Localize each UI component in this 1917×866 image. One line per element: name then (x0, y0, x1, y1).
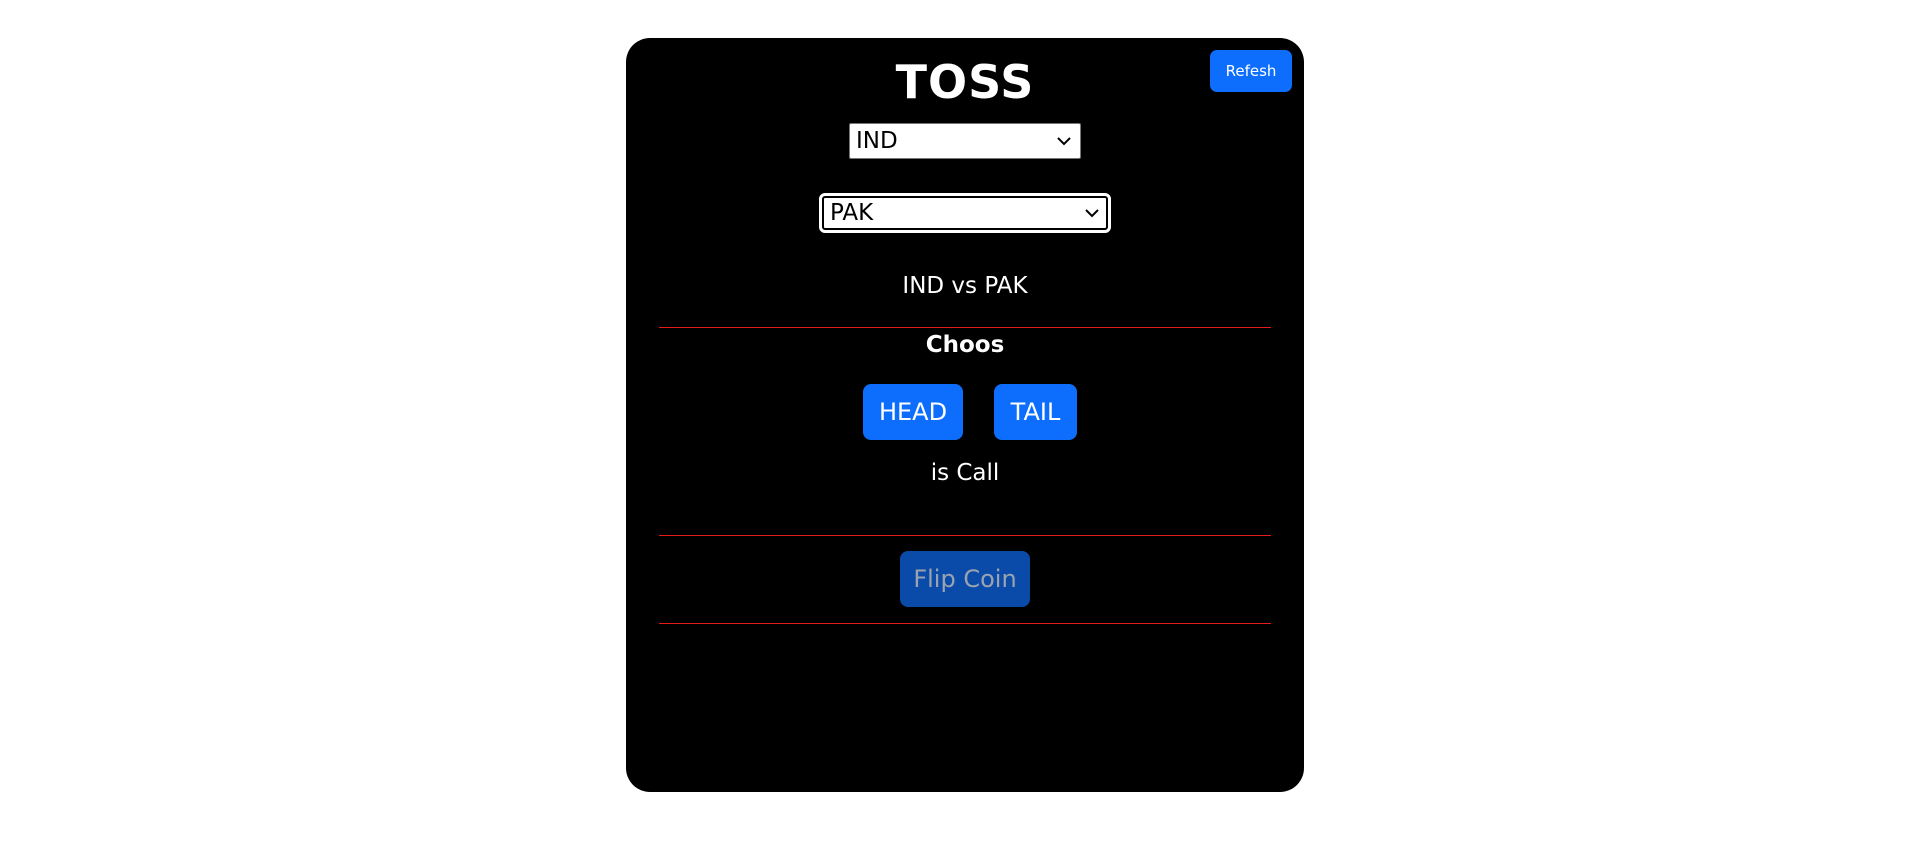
chevron-down-icon (1084, 205, 1100, 221)
choose-heading: Choos (925, 332, 1005, 358)
flip-coin-button[interactable]: Flip Coin (900, 551, 1030, 607)
call-status-text: is Call (930, 460, 1000, 486)
divider (659, 535, 1271, 536)
team-a-select-value: IND (856, 127, 898, 154)
tail-button[interactable]: TAIL (994, 384, 1077, 440)
chevron-down-icon (1056, 133, 1072, 149)
team-b-select-value: PAK (830, 199, 874, 226)
divider (659, 327, 1271, 328)
team-a-select[interactable]: IND (849, 123, 1081, 159)
match-label: IND vs PAK (902, 273, 1028, 299)
toss-card: Refesh TOSS IND PAK IND vs PAK Choos HEA… (626, 38, 1304, 792)
divider (659, 623, 1271, 624)
team-b-select[interactable]: PAK (819, 193, 1111, 233)
head-button[interactable]: HEAD (863, 384, 963, 440)
page-title: TOSS (895, 55, 1035, 109)
